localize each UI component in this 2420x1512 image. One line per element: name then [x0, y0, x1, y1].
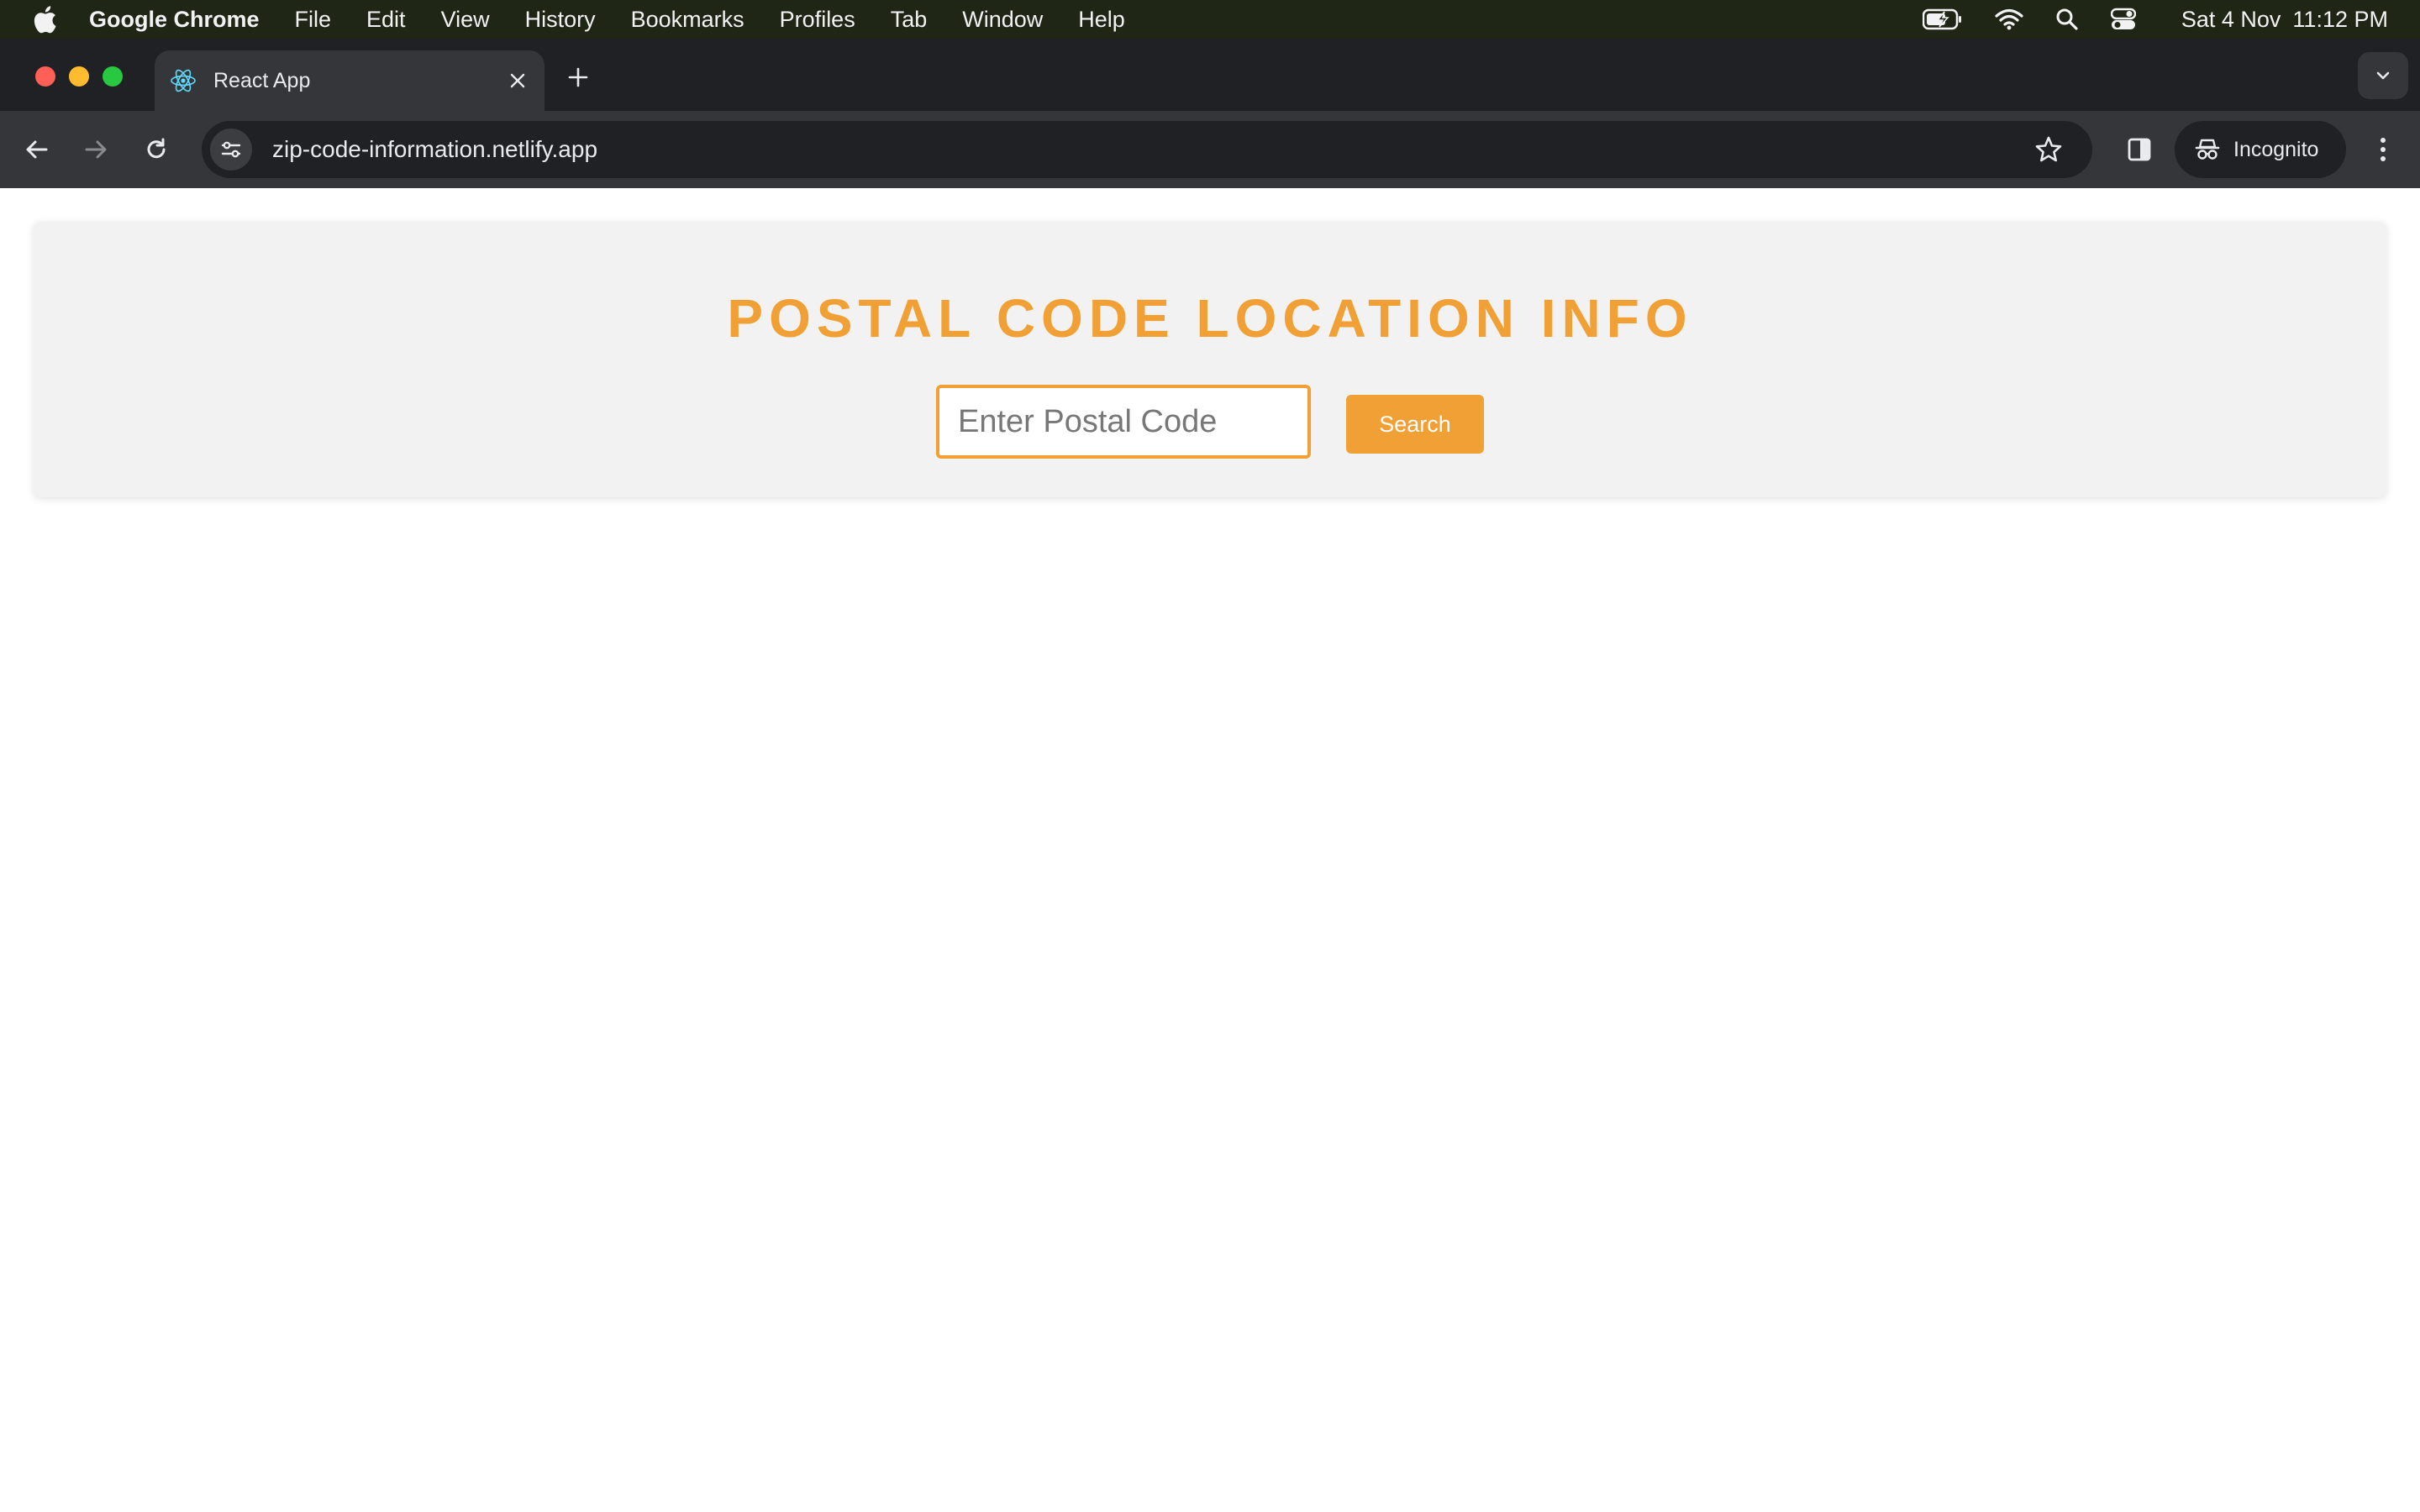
- tab-title: React App: [213, 68, 311, 92]
- chevron-down-icon: [2376, 71, 2390, 80]
- site-info-icon[interactable]: [210, 129, 252, 171]
- menubar-clock[interactable]: Sat 4 Nov 11:12 PM: [2170, 7, 2388, 33]
- menu-file[interactable]: File: [295, 7, 332, 33]
- clock-time: 11:12 PM: [2292, 6, 2388, 32]
- browser-window: React App zip-code-information.netlify.a…: [0, 39, 2420, 188]
- menu-edit[interactable]: Edit: [366, 7, 406, 33]
- menubar-status-area: Sat 4 Nov 11:12 PM: [1891, 0, 2388, 39]
- react-icon: [170, 67, 197, 94]
- window-minimize-button[interactable]: [69, 66, 89, 87]
- page-title: POSTAL CODE LOCATION INFO: [727, 288, 1693, 349]
- incognito-profile-button[interactable]: Incognito: [2175, 121, 2346, 178]
- browser-toolbar: zip-code-information.netlify.app Incogni…: [0, 111, 2420, 188]
- battery-icon[interactable]: [1922, 8, 1963, 30]
- clock-date: Sat 4 Nov: [2181, 6, 2281, 32]
- incognito-label: Incognito: [2233, 137, 2319, 161]
- menu-tab[interactable]: Tab: [891, 7, 928, 33]
- address-bar[interactable]: zip-code-information.netlify.app: [202, 121, 2092, 178]
- menu-window[interactable]: Window: [962, 7, 1043, 33]
- forward-arrow-icon[interactable]: [72, 126, 119, 173]
- menu-profiles[interactable]: Profiles: [780, 7, 855, 33]
- menu-view[interactable]: View: [441, 7, 490, 33]
- close-icon[interactable]: [502, 66, 533, 96]
- menu-help[interactable]: Help: [1078, 7, 1125, 33]
- browser-tab-active[interactable]: React App: [155, 50, 544, 111]
- page-viewport: POSTAL CODE LOCATION INFO Search: [0, 188, 2420, 1512]
- address-bar-url[interactable]: zip-code-information.netlify.app: [272, 136, 597, 163]
- side-panel-icon[interactable]: [2116, 126, 2163, 173]
- menu-bookmarks[interactable]: Bookmarks: [631, 7, 744, 33]
- reload-icon[interactable]: [133, 126, 180, 173]
- back-arrow-icon[interactable]: [13, 126, 60, 173]
- menu-app-name[interactable]: Google Chrome: [89, 7, 260, 33]
- new-tab-button[interactable]: [561, 60, 595, 94]
- wifi-icon[interactable]: [1995, 8, 2023, 30]
- apple-logo-icon[interactable]: [32, 5, 57, 34]
- window-zoom-button[interactable]: [103, 66, 123, 87]
- spotlight-search-icon[interactable]: [2055, 8, 2079, 31]
- control-center-icon[interactable]: [2110, 8, 2136, 31]
- bookmark-star-icon[interactable]: [2032, 133, 2065, 166]
- window-close-button[interactable]: [35, 66, 55, 87]
- plus-icon: [568, 67, 588, 87]
- tab-strip: React App: [0, 39, 2420, 111]
- search-card: POSTAL CODE LOCATION INFO Search: [34, 222, 2386, 497]
- incognito-icon: [2195, 137, 2220, 162]
- postal-code-input[interactable]: [936, 385, 1311, 459]
- more-vert-icon[interactable]: [2360, 126, 2407, 173]
- macos-menu-bar: Google Chrome File Edit View History Boo…: [0, 0, 2420, 39]
- tab-search-button[interactable]: [2358, 52, 2408, 99]
- search-button[interactable]: Search: [1346, 395, 1484, 454]
- menu-history[interactable]: History: [525, 7, 596, 33]
